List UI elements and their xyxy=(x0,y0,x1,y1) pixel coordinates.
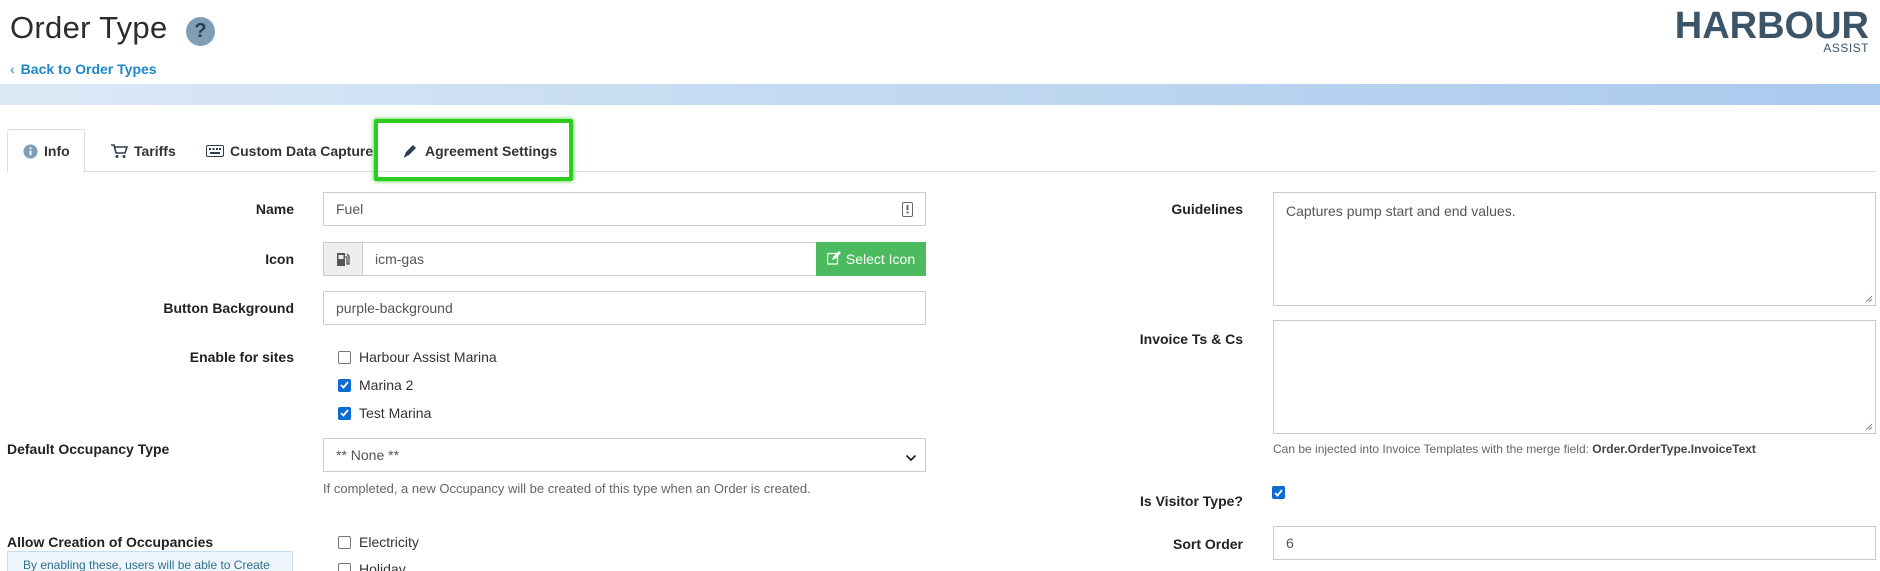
site-label: Marina 2 xyxy=(359,377,414,393)
guidelines-label: Guidelines xyxy=(1171,201,1243,217)
chevron-down-icon xyxy=(905,450,917,466)
site-test-marina[interactable]: Test Marina xyxy=(338,405,431,421)
header-banner xyxy=(0,84,1880,105)
button-background-field[interactable]: purple-background xyxy=(323,291,926,325)
back-link-label: Back to Order Types xyxy=(20,61,157,77)
is-visitor-type-label: Is Visitor Type? xyxy=(1140,493,1243,509)
keyboard-icon xyxy=(206,142,224,160)
invoice-merge-field: Order.OrderType.InvoiceText xyxy=(1592,442,1756,456)
invoice-ts-cs-textarea[interactable] xyxy=(1273,320,1876,434)
allow-electricity[interactable]: Electricity xyxy=(338,534,419,550)
invoice-ts-cs-label: Invoice Ts & Cs xyxy=(1139,331,1243,347)
allow-checkbox-unchecked[interactable] xyxy=(338,535,351,549)
help-icon[interactable]: ? xyxy=(186,17,215,46)
tab-custom-data-capture[interactable]: Custom Data Capture xyxy=(191,129,388,172)
cart-icon xyxy=(110,142,128,160)
sort-order-label: Sort Order xyxy=(1172,536,1243,552)
guidelines-value: Captures pump start and end values. xyxy=(1286,203,1516,219)
allow-holiday[interactable]: Holiday xyxy=(338,561,406,571)
tab-bar: Info Tariffs Custom Data Capture Agreeme… xyxy=(7,129,1876,173)
allow-creation-info-box: By enabling these, users will be able to… xyxy=(7,551,293,571)
invoice-help-prefix: Can be injected into Invoice Templates w… xyxy=(1273,442,1593,456)
name-label: Name xyxy=(255,201,294,217)
tab-tariffs[interactable]: Tariffs xyxy=(95,129,191,172)
agreement-settings-highlight xyxy=(374,119,573,181)
default-occupancy-type-label: Default Occupancy Type xyxy=(7,441,170,457)
tab-info[interactable]: Info xyxy=(7,129,85,173)
page-title: Order Type xyxy=(10,10,168,45)
enable-for-sites-label: Enable for sites xyxy=(189,349,294,365)
info-icon xyxy=(23,142,38,160)
default-occupancy-type-select[interactable]: ** None ** xyxy=(323,438,926,472)
back-to-order-types-link[interactable]: ‹ Back to Order Types xyxy=(10,61,157,77)
site-harbour-assist-marina[interactable]: Harbour Assist Marina xyxy=(338,349,497,365)
chevron-left-icon: ‹ xyxy=(10,61,15,77)
is-visitor-type-checkbox[interactable] xyxy=(1272,486,1285,499)
select-icon-button[interactable]: Select Icon xyxy=(816,242,926,276)
tab-info-label: Info xyxy=(44,143,70,159)
guidelines-textarea[interactable]: Captures pump start and end values. xyxy=(1273,192,1876,306)
icon-label: Icon xyxy=(265,251,294,267)
name-field[interactable]: Fuel xyxy=(323,192,926,226)
select-icon-label: Select Icon xyxy=(845,251,916,267)
sort-order-value: 6 xyxy=(1286,535,1294,551)
invoice-help-text: Can be injected into Invoice Templates w… xyxy=(1273,442,1756,456)
button-background-label: Button Background xyxy=(163,300,294,316)
allow-creation-info-text: By enabling these, users will be able to… xyxy=(23,558,270,571)
gas-pump-icon xyxy=(323,242,363,276)
site-marina-2[interactable]: Marina 2 xyxy=(338,377,413,393)
sort-order-field[interactable]: 6 xyxy=(1273,526,1876,560)
icon-field[interactable]: icm-gas xyxy=(362,242,817,276)
site-checkbox-checked[interactable] xyxy=(338,378,351,392)
site-checkbox-unchecked[interactable] xyxy=(338,350,351,364)
harbour-assist-logo: HARBOUR ASSIST xyxy=(1675,6,1869,55)
edit-icon xyxy=(826,250,841,268)
site-label: Test Marina xyxy=(359,405,432,421)
occupancy-help-text: If completed, a new Occupancy will be cr… xyxy=(323,481,811,496)
resize-grip-icon[interactable] xyxy=(1865,295,1873,303)
site-checkbox-checked[interactable] xyxy=(338,406,351,420)
tab-tariffs-label: Tariffs xyxy=(134,142,176,159)
icon-value: icm-gas xyxy=(375,251,425,267)
logo-main-text: HARBOUR xyxy=(1674,5,1869,47)
tab-custom-data-capture-label: Custom Data Capture xyxy=(230,142,374,159)
allow-option-label: Holiday xyxy=(359,561,406,571)
allow-creation-label: Allow Creation of Occupancies xyxy=(7,534,214,550)
occupancy-selected-value: ** None ** xyxy=(336,447,400,463)
button-background-value: purple-background xyxy=(336,300,453,316)
site-label: Harbour Assist Marina xyxy=(359,349,497,365)
allow-checkbox-unchecked[interactable] xyxy=(338,562,351,571)
allow-option-label: Electricity xyxy=(359,534,419,550)
contact-card-icon xyxy=(902,202,913,220)
resize-grip-icon[interactable] xyxy=(1865,423,1873,431)
name-value: Fuel xyxy=(336,201,364,217)
